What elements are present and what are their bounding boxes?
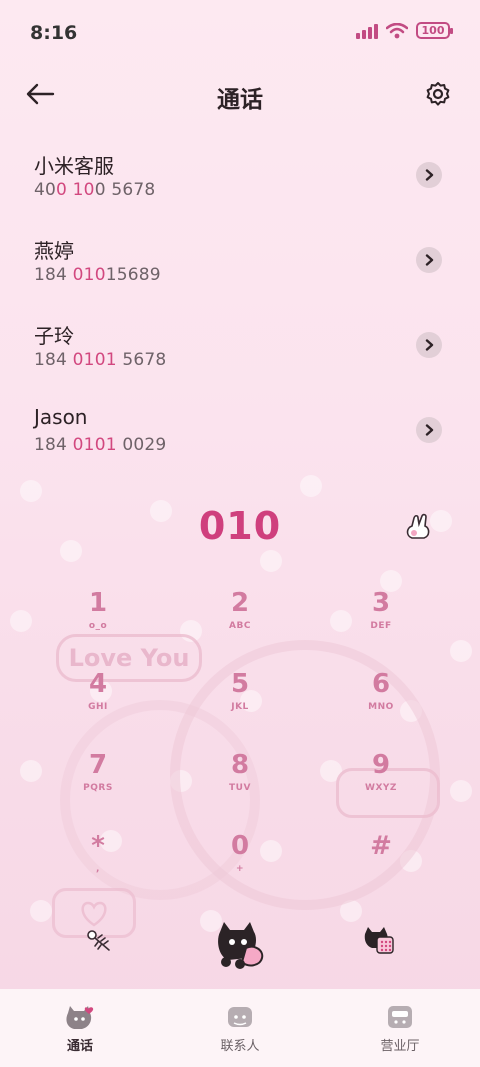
key-9[interactable]: 9 WXYZ [311,747,451,819]
contact-name: Jason [34,405,88,429]
key-3[interactable]: 3 DEF [311,585,451,657]
fish-bone-button[interactable] [86,926,114,954]
list-item[interactable]: 小米客服 400 100 5678 [0,138,480,223]
detail-button[interactable] [416,332,442,358]
status-bar: 8:16 100 [0,0,480,64]
gear-icon [426,82,450,106]
contact-name: 子玲 [34,324,74,348]
key-0[interactable]: 0 + [170,828,310,900]
key-2[interactable]: 2 ABC [170,585,310,657]
key-5[interactable]: 5 JKL [170,666,310,738]
detail-button[interactable] [416,247,442,273]
tab-label: 联系人 [220,1039,260,1054]
page-title: 通话 [217,87,263,113]
key-8[interactable]: 8 TUV [170,747,310,819]
cat-store-icon [388,1006,412,1028]
chevron-right-icon [425,339,434,351]
key-6[interactable]: 6 MNO [311,666,451,738]
detail-button[interactable] [416,162,442,188]
key-1[interactable]: 1 o_o [28,585,168,657]
cat-phone-icon [218,922,264,969]
chevron-right-icon [425,169,434,181]
contact-number: 184 0101 5678 [34,350,167,370]
cat-keypad-icon [364,927,394,954]
settings-button[interactable] [420,76,456,112]
detail-button[interactable] [416,417,442,443]
battery-icon: 100 [416,22,453,39]
cat-keypad-button[interactable] [362,924,396,956]
tab-label: 营业厅 [380,1039,420,1054]
bottom-nav: 通话 联系人 营业厅 [0,989,480,1067]
fish-bone-icon [87,930,110,951]
status-time: 8:16 [30,22,78,44]
contact-number: 400 100 5678 [34,180,156,200]
key-star[interactable]: *, [28,828,168,900]
signal-icon [356,23,378,39]
list-item[interactable]: 燕婷 184 01015689 [0,223,480,308]
chevron-right-icon [425,254,434,266]
wifi-icon [386,22,408,38]
contact-name: 小米客服 [34,154,114,178]
contact-number: 184 0101 0029 [34,435,167,455]
call-list: 小米客服 400 100 5678 燕婷 184 01015689 子玲 184… [0,138,480,478]
tab-calls[interactable]: 通话 [0,989,160,1067]
cat-contacts-icon [228,1007,252,1027]
cat-phone-icon [66,1006,94,1029]
tab-store[interactable]: 营业厅 [320,989,480,1067]
contact-name: 燕婷 [34,239,74,263]
key-hash[interactable]: # [311,828,451,900]
tab-contacts[interactable]: 联系人 [160,989,320,1067]
key-7[interactable]: 7 PQRS [28,747,168,819]
header: 通话 [0,64,480,124]
list-item[interactable]: Jason 184 0101 0029 [0,393,480,478]
status-icons: 100 [356,22,453,39]
key-4[interactable]: 4 GHI [28,666,168,738]
bunny-icon [406,513,430,539]
bunny-sticker-button[interactable] [400,512,434,544]
list-item[interactable]: 子玲 184 0101 5678 [0,308,480,393]
chevron-right-icon [425,424,434,436]
call-button[interactable] [210,918,270,970]
contact-number: 184 01015689 [34,265,161,285]
tab-label: 通话 [66,1039,93,1054]
